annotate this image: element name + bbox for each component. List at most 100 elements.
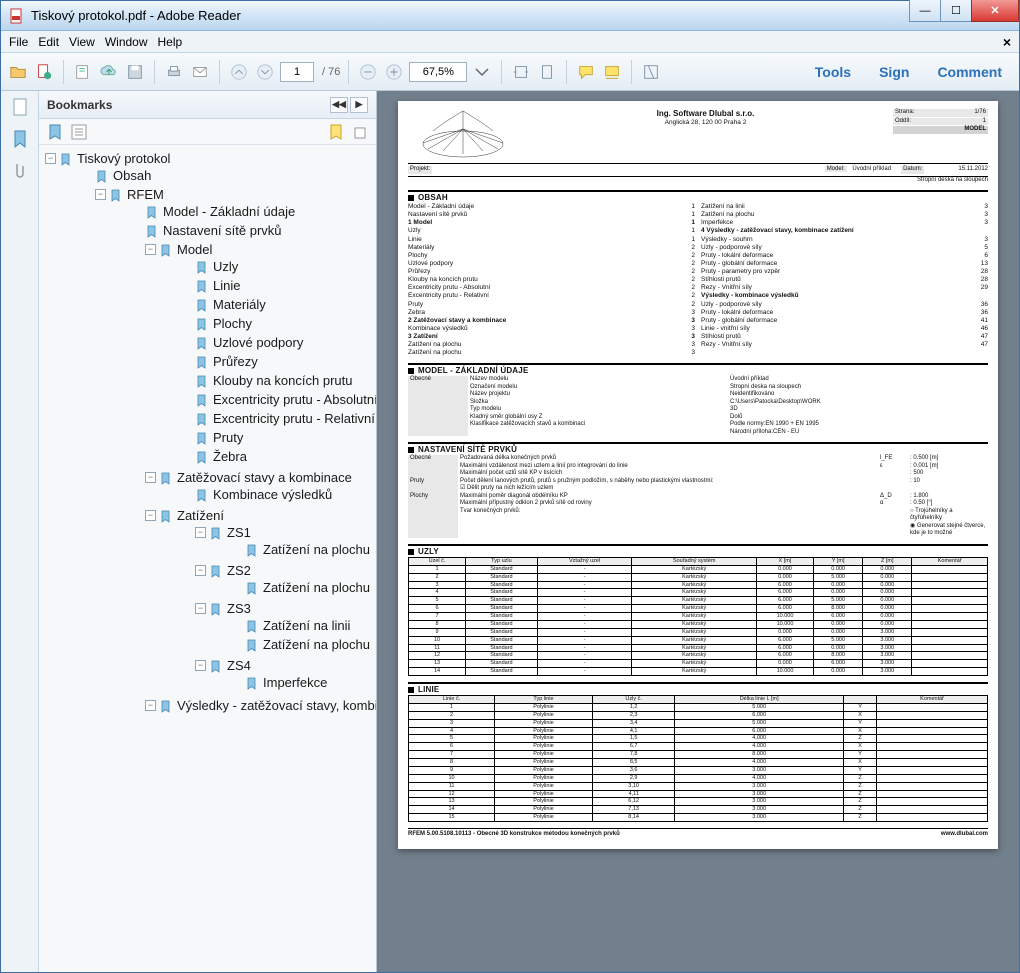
section-nastaveni: NASTAVENÍ SÍTĚ PRVKŮ: [408, 442, 988, 455]
read-mode-icon[interactable]: [640, 61, 662, 83]
bookmark-label: Nastavení sítě prvků: [163, 223, 282, 238]
menu-file[interactable]: File: [9, 35, 28, 49]
bookmarks-icon[interactable]: [10, 129, 30, 149]
panel-tools: [39, 119, 376, 145]
bookmark-item[interactable]: −ZS3Zatížení na liniiZatížení na plochu: [195, 599, 374, 656]
bookmark-item[interactable]: − RFEMModel - Základní údaje Nastavení sít…: [95, 185, 374, 717]
create-pdf-icon[interactable]: [33, 61, 55, 83]
zoom-in-icon[interactable]: [383, 61, 405, 83]
bookmark-item[interactable]: Imperfekce: [245, 673, 374, 692]
bookmark-item[interactable]: −ZS2Zatížení na plochu: [195, 561, 374, 599]
find-bookmark-icon[interactable]: [328, 124, 344, 140]
bookmark-item[interactable]: Kombinace výsledků: [195, 485, 374, 504]
toggle-icon[interactable]: −: [45, 153, 56, 164]
convert-icon[interactable]: [72, 61, 94, 83]
highlight-icon[interactable]: [601, 61, 623, 83]
bookmark-item[interactable]: Klouby na koncích prutu: [195, 371, 374, 390]
bookmark-item[interactable]: Zatížení na plochu: [245, 578, 374, 597]
page-up-icon[interactable]: [228, 61, 250, 83]
bookmark-item[interactable]: Uzly: [195, 257, 374, 276]
bookmark-item[interactable]: − Výsledky - zatěžovací stavy, kombinace …: [145, 696, 374, 715]
bookmark-label: Obsah: [113, 168, 151, 183]
bookmark-item[interactable]: Materiály: [195, 295, 374, 314]
options-icon[interactable]: [71, 124, 87, 140]
section-obsah: OBSAH: [408, 190, 988, 203]
bookmark-item[interactable]: Zatížení na plochu: [245, 635, 374, 654]
toggle-icon[interactable]: −: [195, 565, 206, 576]
bookmark-item[interactable]: −Zatížení−ZS1Zatížení na plochu−ZS2Zatíž…: [145, 506, 374, 696]
bookmark-item[interactable]: Žebra: [195, 447, 374, 466]
print-icon[interactable]: [163, 61, 185, 83]
bookmark-item[interactable]: Zatížení na linii: [245, 616, 374, 635]
fit-page-icon[interactable]: [536, 61, 558, 83]
document-view[interactable]: Ing. Software Dlubal s.r.o. Anglická 28,…: [377, 91, 1019, 972]
zoom-out-icon[interactable]: [357, 61, 379, 83]
app-window: Tiskový protokol.pdf - Adobe Reader File…: [0, 0, 1020, 973]
bookmark-label: Linie: [213, 278, 240, 293]
close-button[interactable]: [971, 0, 1019, 22]
panel-prev-button[interactable]: ◀◀: [330, 97, 348, 113]
menu-window[interactable]: Window: [105, 35, 148, 49]
bookmark-item[interactable]: Průřezy: [195, 352, 374, 371]
toggle-icon[interactable]: −: [195, 603, 206, 614]
bookmark-item[interactable]: Nastavení sítě prvků: [145, 221, 374, 240]
pdf-icon: [9, 8, 25, 24]
minimize-button[interactable]: [909, 0, 941, 22]
bookmark-item[interactable]: Excentricity prutu - Absolutní: [195, 390, 374, 409]
bookmark-item[interactable]: Pruty: [195, 428, 374, 447]
logo-illustration: [408, 109, 518, 159]
menu-help[interactable]: Help: [158, 35, 183, 49]
zoom-dropdown-icon[interactable]: [471, 61, 493, 83]
bookmark-label: Výsledky - zatěžovací stavy, kombinace z…: [177, 698, 376, 713]
bookmark-item[interactable]: −ZS4Imperfekce: [195, 656, 374, 694]
toggle-icon[interactable]: −: [145, 700, 156, 711]
page-down-icon[interactable]: [254, 61, 276, 83]
comment-button[interactable]: Comment: [926, 59, 1013, 85]
maximize-button[interactable]: [940, 0, 972, 22]
bookmark-label: RFEM: [127, 187, 164, 202]
bookmark-item[interactable]: −Zatěžovací stavy a kombinaceKombinace v…: [145, 468, 374, 506]
fit-width-icon[interactable]: [510, 61, 532, 83]
bookmark-label: Zatížení na plochu: [263, 542, 370, 557]
menu-edit[interactable]: Edit: [38, 35, 59, 49]
new-bookmark-icon[interactable]: [47, 124, 63, 140]
sign-button[interactable]: Sign: [868, 59, 920, 85]
toggle-icon[interactable]: −: [145, 472, 156, 483]
delete-bookmark-icon[interactable]: [352, 124, 368, 140]
bookmark-item[interactable]: Model - Základní údaje: [145, 202, 374, 221]
section-uzly: UZLY: [408, 544, 988, 557]
bookmark-item[interactable]: Uzlové podpory: [195, 333, 374, 352]
panel-next-button[interactable]: ▶: [350, 97, 368, 113]
bookmark-item[interactable]: Linie: [195, 276, 374, 295]
email-icon[interactable]: [189, 61, 211, 83]
open-icon[interactable]: [7, 61, 29, 83]
tools-button[interactable]: Tools: [804, 59, 862, 85]
thumbnails-icon[interactable]: [10, 97, 30, 117]
page-number-input[interactable]: [280, 62, 314, 82]
toggle-icon[interactable]: −: [145, 510, 156, 521]
bookmark-item[interactable]: Zatížení na plochu: [245, 540, 374, 559]
page-footer-right: www.dlubal.com: [941, 831, 988, 839]
bookmark-item[interactable]: Obsah: [95, 166, 374, 185]
menu-view[interactable]: View: [69, 35, 95, 49]
bookmark-item[interactable]: Plochy: [195, 314, 374, 333]
close-doc-button[interactable]: ×: [1003, 34, 1011, 50]
attachments-icon[interactable]: [10, 161, 30, 181]
bookmark-label: Excentricity prutu - Relativní: [213, 411, 375, 426]
toggle-icon[interactable]: −: [95, 189, 106, 200]
cloud-icon[interactable]: [98, 61, 120, 83]
comment-bubble-icon[interactable]: [575, 61, 597, 83]
zoom-input[interactable]: [409, 62, 467, 82]
menubar: File Edit View Window Help ×: [1, 31, 1019, 53]
toggle-icon[interactable]: −: [195, 660, 206, 671]
page-total: / 76: [322, 66, 340, 78]
toggle-icon[interactable]: −: [195, 527, 206, 538]
bookmark-item[interactable]: −ModelUzlyLinieMateriályPlochyUzlové pod…: [145, 240, 374, 468]
bookmark-tree[interactable]: −Tiskový protokolObsah−RFEMModel - Zákla…: [39, 145, 376, 972]
bookmark-item[interactable]: −Tiskový protokolObsah−RFEMModel - Zákla…: [45, 149, 374, 719]
toggle-icon[interactable]: −: [145, 244, 156, 255]
window-title: Tiskový protokol.pdf - Adobe Reader: [31, 8, 909, 23]
save-icon[interactable]: [124, 61, 146, 83]
bookmark-item[interactable]: Excentricity prutu - Relativní: [195, 409, 374, 428]
bookmark-item[interactable]: −ZS1Zatížení na plochu: [195, 523, 374, 561]
